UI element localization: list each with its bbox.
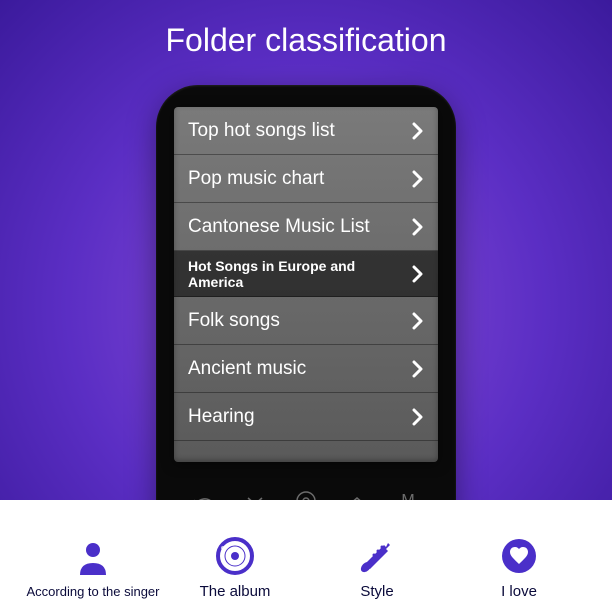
list-item-label: Top hot songs list — [188, 120, 335, 142]
list-item[interactable]: Cantonese Music List — [174, 203, 438, 251]
list-item[interactable]: Top hot songs list — [174, 107, 438, 155]
tab-label: The album — [200, 583, 271, 600]
album-icon — [214, 535, 256, 577]
list-item[interactable]: Hearing — [174, 393, 438, 441]
tab-label: According to the singer — [27, 585, 160, 600]
list-item[interactable]: Pop music chart — [174, 155, 438, 203]
list-item-label: Cantonese Music List — [188, 216, 370, 238]
tab-singer[interactable]: According to the singer — [22, 537, 164, 600]
tab-style[interactable]: Style — [306, 535, 448, 600]
heart-icon — [498, 535, 540, 577]
tab-label: I love — [501, 583, 537, 600]
chevron-right-icon — [412, 408, 424, 426]
device-screen: Top hot songs list Pop music chart Canto… — [174, 107, 438, 462]
page-title: Folder classification — [0, 0, 612, 59]
tab-label: Style — [360, 583, 393, 600]
chevron-right-icon — [412, 360, 424, 378]
tab-love[interactable]: I love — [448, 535, 590, 600]
chevron-right-icon — [412, 265, 424, 283]
device-frame: Top hot songs list Pop music chart Canto… — [156, 85, 456, 545]
tab-album[interactable]: The album — [164, 535, 306, 600]
bottom-tab-bar: According to the singer The album Style — [0, 500, 612, 612]
chevron-right-icon — [412, 170, 424, 188]
list-item-label: Ancient music — [188, 358, 306, 380]
list-item-label: Hot Songs in Europe and America — [188, 258, 404, 290]
list-item[interactable]: Ancient music — [174, 345, 438, 393]
chevron-right-icon — [412, 218, 424, 236]
list-item[interactable]: Folk songs — [174, 297, 438, 345]
chevron-right-icon — [412, 122, 424, 140]
list-item-label: Pop music chart — [188, 168, 324, 190]
list-item-selected[interactable]: Hot Songs in Europe and America — [174, 251, 438, 297]
list-item-label: Hearing — [188, 406, 255, 428]
trumpet-icon — [356, 535, 398, 577]
chevron-right-icon — [412, 312, 424, 330]
person-icon — [72, 537, 114, 579]
list-item-label: Folk songs — [188, 310, 280, 332]
